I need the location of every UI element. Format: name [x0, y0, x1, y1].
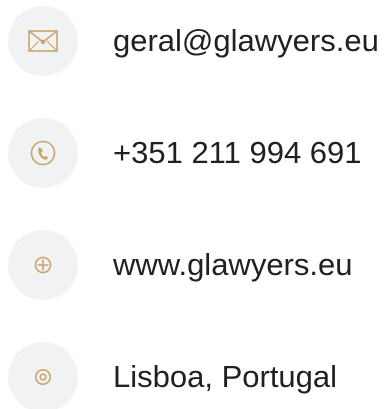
contact-list: geral@glawyers.eu +351 211 994 691 www.g… — [0, 0, 390, 409]
location-text: Lisboa, Portugal — [113, 359, 338, 394]
location-icon — [34, 368, 52, 386]
phone-icon — [30, 140, 56, 166]
email-link[interactable]: geral@glawyers.eu — [113, 6, 379, 76]
icon-circle — [8, 230, 78, 300]
globe-icon — [34, 256, 52, 274]
website-link[interactable]: www.glawyers.eu — [113, 230, 352, 300]
contact-item-phone[interactable]: +351 211 994 691 — [0, 118, 390, 190]
envelope-icon — [28, 30, 58, 52]
contact-item-website[interactable]: www.glawyers.eu — [0, 230, 390, 302]
icon-circle — [8, 6, 78, 76]
icon-circle — [8, 118, 78, 188]
contact-item-location[interactable]: Lisboa, Portugal — [0, 342, 390, 409]
phone-link[interactable]: +351 211 994 691 — [113, 118, 362, 188]
icon-circle — [8, 342, 78, 409]
contact-item-email[interactable]: geral@glawyers.eu — [0, 6, 390, 78]
